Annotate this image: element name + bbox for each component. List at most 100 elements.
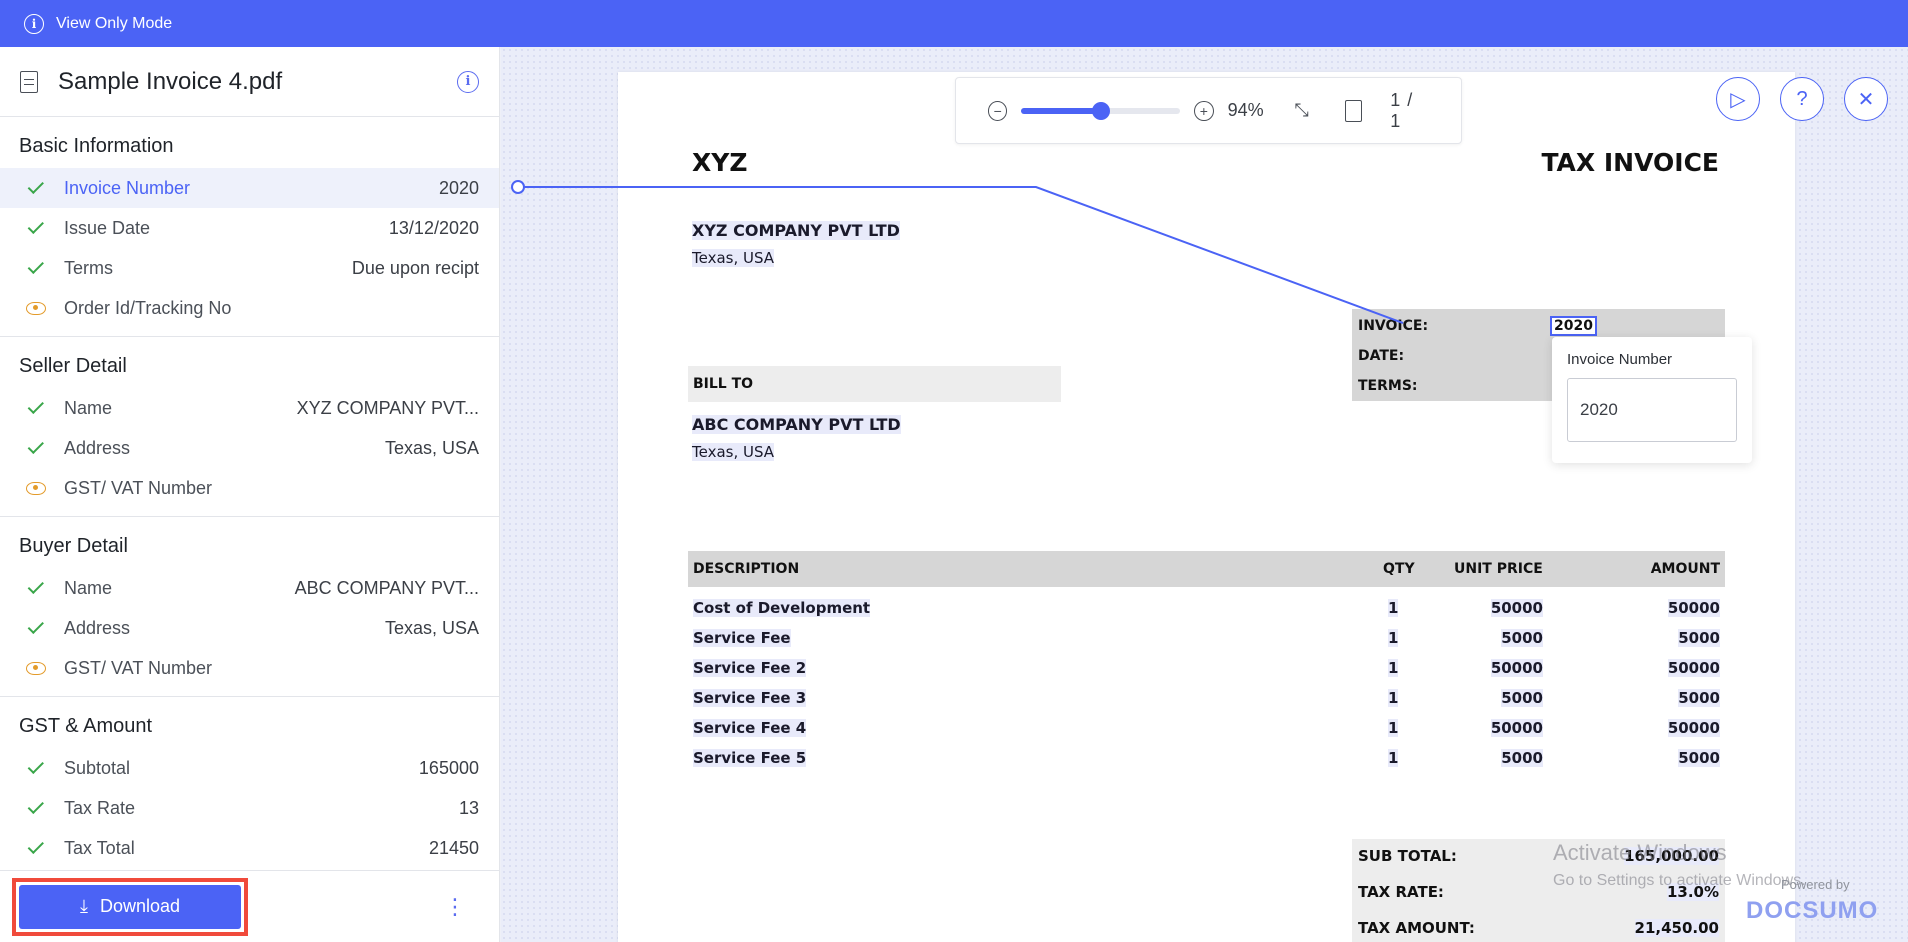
invoice-number-highlight[interactable]: 2020: [1550, 316, 1597, 336]
field-name: Address: [64, 437, 131, 458]
item-amount[interactable]: 5000: [1678, 749, 1720, 767]
activate-windows-title: Activate Windows: [1553, 840, 1727, 865]
item-qty[interactable]: 1: [1388, 599, 1399, 617]
tax-rate-label: TAX RATE:: [1358, 883, 1444, 901]
item-description[interactable]: Service Fee: [693, 629, 791, 647]
document-header: Sample Invoice 4.pdf i: [0, 47, 499, 117]
field-row[interactable]: Order Id/Tracking No: [0, 288, 499, 328]
table-row: Service Fee 2 1 50000 50000: [688, 655, 1725, 685]
field-name: Subtotal: [64, 757, 131, 778]
field-row[interactable]: Address Texas, USA: [0, 608, 499, 648]
items-table-header: DESCRIPTION QTY UNIT PRICE AMOUNT: [688, 551, 1725, 587]
zoom-slider[interactable]: [1021, 101, 1181, 120]
field-row[interactable]: Subtotal 165000: [0, 748, 499, 788]
item-qty[interactable]: 1: [1388, 749, 1399, 767]
field-name: Issue Date: [64, 217, 151, 238]
invoice-seller-address[interactable]: Texas, USA: [692, 249, 775, 267]
field-row[interactable]: Name ABC COMPANY PVT...: [0, 568, 499, 608]
header-qty: QTY: [1383, 561, 1415, 577]
tax-amount-label: TAX AMOUNT:: [1358, 919, 1475, 937]
download-button[interactable]: ⤓ Download: [19, 884, 241, 929]
tax-amount-value[interactable]: 21,450.00: [1634, 919, 1719, 937]
field-row[interactable]: Tax Total 21450: [0, 828, 499, 868]
item-description[interactable]: Service Fee 5: [693, 749, 807, 767]
zoom-slider-handle[interactable]: [1091, 101, 1110, 120]
zoom-slider-fill: [1021, 107, 1101, 114]
field-row[interactable]: Name XYZ COMPANY PVT...: [0, 388, 499, 428]
info-icon: i: [24, 13, 44, 34]
field-row[interactable]: Invoice Number 2020: [0, 168, 499, 208]
section-gst-amount: GST & Amount Subtotal 165000 Tax Rate 13 Tax …: [0, 697, 499, 877]
invoice-buyer-name[interactable]: ABC COMPANY PVT LTD: [692, 415, 901, 434]
zoom-out-icon[interactable]: −: [988, 100, 1008, 121]
item-description[interactable]: Service Fee 2: [693, 659, 807, 677]
document-title: Sample Invoice 4.pdf: [58, 67, 283, 95]
item-description[interactable]: Cost of Development: [693, 599, 871, 617]
section-title: GST & Amount: [19, 715, 153, 737]
field-row[interactable]: Tax Rate 13: [0, 788, 499, 828]
item-unit-price[interactable]: 50000: [1490, 599, 1543, 617]
field-name: GST/ VAT Number: [64, 477, 213, 498]
invoice-doc-type: TAX INVOICE: [1541, 148, 1719, 177]
eye-icon: [26, 481, 46, 495]
item-amount[interactable]: 50000: [1667, 659, 1720, 677]
close-icon[interactable]: ✕: [1844, 77, 1888, 121]
invoice-label: INVOICE:: [1358, 318, 1429, 334]
item-amount[interactable]: 50000: [1667, 599, 1720, 617]
date-label: DATE:: [1358, 348, 1405, 364]
item-amount[interactable]: 5000: [1678, 629, 1720, 647]
field-name: Tax Rate: [64, 797, 136, 818]
item-unit-price[interactable]: 50000: [1490, 659, 1543, 677]
check-icon: [26, 257, 46, 275]
collapse-icon[interactable]: ⤡: [1294, 100, 1308, 121]
header-description: DESCRIPTION: [693, 561, 800, 577]
item-qty[interactable]: 1: [1388, 689, 1399, 707]
popover-label: Invoice Number: [1567, 351, 1673, 368]
field-row[interactable]: Terms Due upon recipt: [0, 248, 499, 288]
item-description[interactable]: Service Fee 3: [693, 689, 807, 707]
item-amount[interactable]: 50000: [1667, 719, 1720, 737]
subtotal-label: SUB TOTAL:: [1358, 847, 1457, 865]
field-name: Address: [64, 617, 131, 638]
header-unit-price: UNIT PRICE: [1454, 561, 1543, 577]
field-value: 21450: [428, 837, 479, 858]
table-row: Service Fee 4 1 50000 50000: [688, 715, 1725, 745]
field-row[interactable]: GST/ VAT Number: [0, 648, 499, 688]
check-icon: [26, 437, 46, 455]
check-icon: [26, 757, 46, 775]
more-options-icon[interactable]: ⋮: [444, 895, 466, 918]
invoice-number-input[interactable]: [1567, 378, 1737, 442]
item-unit-price[interactable]: 5000: [1501, 749, 1543, 767]
eye-icon: [26, 301, 46, 315]
section-seller-detail: Seller Detail Name XYZ COMPANY PVT... Addre…: [0, 337, 499, 517]
check-icon: [26, 577, 46, 595]
item-unit-price[interactable]: 5000: [1501, 629, 1543, 647]
page-search-icon[interactable]: [1344, 99, 1363, 122]
item-qty[interactable]: 1: [1388, 719, 1399, 737]
field-value: 2020: [438, 177, 479, 198]
item-unit-price[interactable]: 50000: [1490, 719, 1543, 737]
document-info-icon[interactable]: i: [457, 70, 479, 93]
zoom-in-icon[interactable]: +: [1194, 100, 1214, 121]
table-row: Service Fee 1 5000 5000: [688, 625, 1725, 655]
check-icon: [26, 617, 46, 635]
field-value: 165000: [418, 757, 479, 778]
header-amount: AMOUNT: [1650, 561, 1720, 577]
field-row[interactable]: Issue Date 13/12/2020: [0, 208, 499, 248]
help-icon[interactable]: ?: [1780, 77, 1824, 121]
item-description[interactable]: Service Fee 4: [693, 719, 807, 737]
field-row[interactable]: GST/ VAT Number: [0, 468, 499, 508]
download-label: Download: [99, 896, 181, 916]
powered-by-label: Powered by: [1781, 877, 1850, 892]
activate-windows-subtitle: Go to Settings to activate Windows.: [1553, 872, 1806, 889]
item-unit-price[interactable]: 5000: [1501, 689, 1543, 707]
invoice-seller-name[interactable]: XYZ COMPANY PVT LTD: [692, 221, 900, 240]
item-amount[interactable]: 5000: [1678, 689, 1720, 707]
field-name: Terms: [64, 257, 113, 278]
section-basic-information: Basic Information Invoice Number 2020 Issue…: [0, 117, 499, 337]
item-qty[interactable]: 1: [1388, 629, 1399, 647]
field-row[interactable]: Address Texas, USA: [0, 428, 499, 468]
item-qty[interactable]: 1: [1388, 659, 1399, 677]
invoice-buyer-address[interactable]: Texas, USA: [692, 443, 775, 461]
play-icon[interactable]: ▷: [1716, 77, 1760, 121]
